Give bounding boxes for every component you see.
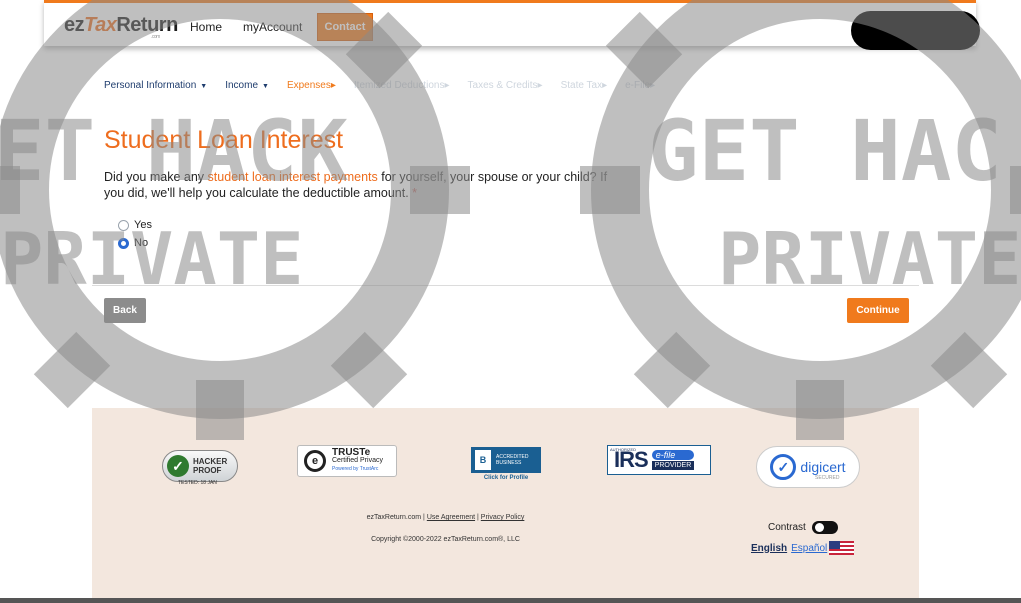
digicert-secured-badge[interactable]: ✓ digicert SECURED xyxy=(756,446,860,488)
language-spanish-link[interactable]: Español xyxy=(791,543,827,554)
step-state-tax: State Tax▸ xyxy=(560,80,608,91)
contrast-toggle-row: Contrast xyxy=(768,521,838,534)
bottom-edge-bar xyxy=(0,598,1021,603)
divider xyxy=(92,285,919,286)
bbb-accredited-badge[interactable]: B ACCREDITED BUSINESS Click for Profile xyxy=(471,446,541,482)
progress-steps: Personal Information ▼ Income ▼ Expenses▸ … xyxy=(104,80,673,91)
watermark-text: GET HAC xyxy=(648,102,1002,200)
check-icon: ✓ xyxy=(167,455,189,477)
page-title: Student Loan Interest xyxy=(104,126,344,154)
radio-option-no[interactable]: No xyxy=(118,237,148,249)
radio-yes-button[interactable] xyxy=(118,219,129,231)
hackerproof-tested-date: TESTED: 18 JAN xyxy=(178,480,217,486)
radio-no-button[interactable] xyxy=(118,237,129,249)
redacted-account-area xyxy=(851,11,980,50)
check-icon: ✓ xyxy=(770,454,797,480)
gear-icon xyxy=(580,0,1021,440)
language-selector: English Español xyxy=(751,541,855,555)
contrast-toggle[interactable] xyxy=(811,521,838,534)
step-taxes-credits: Taxes & Credits▸ xyxy=(467,80,543,91)
gear-icon xyxy=(0,0,470,440)
page: ezTaxReturn .com Home myAccount Contact … xyxy=(0,0,1021,603)
nav-home-link[interactable]: Home xyxy=(190,20,222,34)
question-text: Did you make any student loan interest p… xyxy=(104,170,608,200)
footer: ✓ HACKER PROOF TESTED: 18 JAN e TRUSTe Ce… xyxy=(92,408,919,598)
nav-myaccount-link[interactable]: myAccount xyxy=(243,20,302,34)
step-e-file: e-File▸ xyxy=(625,80,656,91)
step-itemized-deductions: Itemized Deductions▸ xyxy=(353,80,450,91)
truste-logo-icon: e xyxy=(304,450,326,472)
language-english-link[interactable]: English xyxy=(751,543,787,554)
bbb-torch-icon: B xyxy=(475,450,491,470)
privacy-policy-link[interactable]: Privacy Policy xyxy=(481,514,525,521)
step-income[interactable]: Income ▼ xyxy=(225,80,269,91)
contact-button[interactable]: Contact xyxy=(317,13,373,41)
top-navigation-bar: ezTaxReturn .com Home myAccount Contact xyxy=(44,0,976,46)
watermark-text: PRIVATE xyxy=(718,217,1021,301)
student-loan-interest-link[interactable]: student loan interest payments xyxy=(208,170,378,184)
truste-badge[interactable]: e TRUSTe Certified Privacy Powered by Tr… xyxy=(297,445,397,477)
us-flag-icon xyxy=(829,541,855,555)
irs-efile-provider-badge[interactable]: AUTHORIZED IRS e-file PROVIDER xyxy=(607,445,711,475)
step-personal-information[interactable]: Personal Information ▼ xyxy=(104,80,207,91)
radio-option-yes[interactable]: Yes xyxy=(118,219,152,231)
footer-links: ezTaxReturn.com | Use Agreement | Privac… xyxy=(366,514,525,521)
required-marker: * xyxy=(412,186,418,200)
use-agreement-link[interactable]: Use Agreement xyxy=(427,514,475,521)
eztaxreturn-logo[interactable]: ezTaxReturn .com xyxy=(64,14,178,40)
back-button[interactable]: Back xyxy=(104,298,146,323)
step-expenses[interactable]: Expenses▸ xyxy=(287,80,336,91)
continue-button[interactable]: Continue xyxy=(847,298,909,323)
